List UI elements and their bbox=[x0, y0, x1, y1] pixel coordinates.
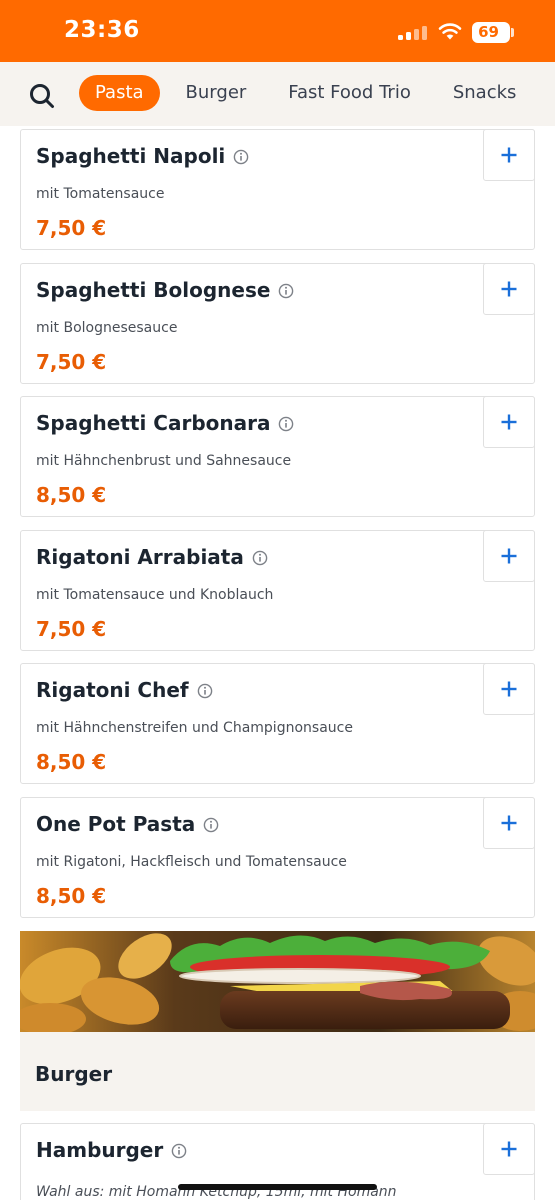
item-name-row: Spaghetti Carbonara bbox=[36, 411, 294, 435]
item-name-row: Hamburger bbox=[36, 1138, 187, 1162]
category-title: Burger bbox=[35, 1062, 113, 1086]
info-icon[interactable] bbox=[197, 683, 213, 699]
wifi-icon bbox=[438, 23, 462, 40]
item-name-row: Rigatoni Chef bbox=[36, 678, 213, 702]
menu-item-card[interactable]: Rigatoni Arrabiata mit Tomatensauce und … bbox=[20, 530, 535, 651]
item-price: 8,50 € bbox=[36, 884, 107, 908]
plus-icon bbox=[501, 815, 517, 831]
item-description: mit Hähnchenbrust und Sahnesauce bbox=[36, 453, 292, 469]
item-name-row: Rigatoni Arrabiata bbox=[36, 545, 268, 569]
item-name-row: One Pot Pasta bbox=[36, 812, 219, 836]
plus-icon bbox=[501, 281, 517, 297]
item-price: 8,50 € bbox=[36, 483, 107, 507]
add-button[interactable] bbox=[483, 263, 535, 315]
tab-burger[interactable]: Burger bbox=[170, 75, 263, 111]
item-description: mit Bolognesesauce bbox=[36, 320, 178, 336]
tab-snacks[interactable]: Snacks bbox=[437, 75, 533, 111]
menu-item-card[interactable]: One Pot Pasta mit Rigatoni, Hackfleisch … bbox=[20, 797, 535, 918]
add-button[interactable] bbox=[483, 129, 535, 181]
info-icon[interactable] bbox=[233, 149, 249, 165]
item-description: mit Hähnchenstreifen und Champignonsauce bbox=[36, 720, 353, 736]
item-description: mit Tomatensauce und Knoblauch bbox=[36, 587, 274, 603]
battery-cap bbox=[511, 28, 514, 37]
item-price: 7,50 € bbox=[36, 617, 107, 641]
info-icon[interactable] bbox=[203, 817, 219, 833]
plus-icon bbox=[501, 1141, 517, 1157]
item-price: 7,50 € bbox=[36, 350, 107, 374]
menu-item-card[interactable]: Spaghetti Napoli mit Tomatensauce 7,50 € bbox=[20, 129, 535, 250]
search-icon[interactable] bbox=[26, 80, 58, 112]
item-name: One Pot Pasta bbox=[36, 812, 196, 836]
cellular-signal-icon bbox=[398, 24, 428, 40]
category-header-burger: Burger bbox=[20, 1032, 535, 1111]
item-name: Hamburger bbox=[36, 1138, 164, 1162]
item-description: mit Tomatensauce bbox=[36, 186, 165, 202]
info-icon[interactable] bbox=[171, 1143, 187, 1159]
burger-category-banner bbox=[20, 931, 535, 1032]
item-description: mit Rigatoni, Hackfleisch und Tomatensau… bbox=[36, 854, 347, 870]
item-price: 8,50 € bbox=[36, 750, 107, 774]
menu-item-card[interactable]: Spaghetti Bolognese mit Bolognesesauce 7… bbox=[20, 263, 535, 384]
menu-item-card[interactable]: Spaghetti Carbonara mit Hähnchenbrust un… bbox=[20, 396, 535, 517]
item-name-row: Spaghetti Napoli bbox=[36, 144, 249, 168]
tab-fast-food-trio[interactable]: Fast Food Trio bbox=[272, 75, 427, 111]
info-icon[interactable] bbox=[278, 416, 294, 432]
item-name: Spaghetti Carbonara bbox=[36, 411, 271, 435]
plus-icon bbox=[501, 147, 517, 163]
battery-icon: 69 bbox=[472, 22, 510, 43]
status-bar: 23:36 69 bbox=[0, 0, 555, 62]
tab-pasta[interactable]: Pasta bbox=[79, 75, 160, 111]
menu-item-card[interactable]: Rigatoni Chef mit Hähnchenstreifen und C… bbox=[20, 663, 535, 784]
info-icon[interactable] bbox=[278, 283, 294, 299]
plus-icon bbox=[501, 414, 517, 430]
info-icon[interactable] bbox=[252, 550, 268, 566]
add-button[interactable] bbox=[483, 396, 535, 448]
category-nav: Pasta Burger Fast Food Trio Snacks bbox=[0, 62, 555, 126]
add-button[interactable] bbox=[483, 797, 535, 849]
battery-level: 69 bbox=[478, 23, 499, 41]
home-indicator[interactable] bbox=[178, 1184, 377, 1190]
plus-icon bbox=[501, 681, 517, 697]
plus-icon bbox=[501, 548, 517, 564]
item-name-row: Spaghetti Bolognese bbox=[36, 278, 294, 302]
item-name: Spaghetti Napoli bbox=[36, 144, 226, 168]
item-price: 7,50 € bbox=[36, 216, 107, 240]
item-name: Rigatoni Arrabiata bbox=[36, 545, 244, 569]
add-button[interactable] bbox=[483, 1123, 535, 1175]
burger-image bbox=[20, 931, 535, 1032]
add-button[interactable] bbox=[483, 663, 535, 715]
item-name: Spaghetti Bolognese bbox=[36, 278, 271, 302]
add-button[interactable] bbox=[483, 530, 535, 582]
item-name: Rigatoni Chef bbox=[36, 678, 189, 702]
status-time: 23:36 bbox=[64, 17, 140, 43]
category-tabs: Pasta Burger Fast Food Trio Snacks bbox=[79, 75, 542, 111]
